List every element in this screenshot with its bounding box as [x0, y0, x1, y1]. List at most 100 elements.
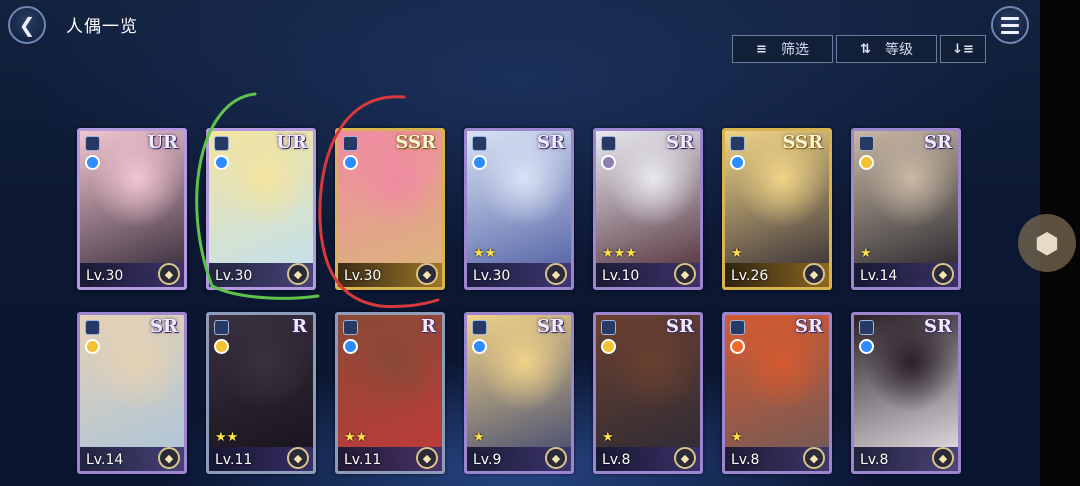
water-role-icon [472, 339, 487, 354]
water-role-icon [214, 155, 229, 170]
doll-card[interactable]: SSR Lv.30 ◆ [335, 128, 445, 290]
rarity-label: SSR [782, 132, 823, 153]
doll-card[interactable]: SR ★ Lv.14 ◆ [851, 128, 961, 290]
water-role-icon [730, 155, 745, 170]
fire-role-icon [730, 339, 745, 354]
class-badge-icon: ◆ [287, 263, 309, 285]
element-icon [472, 320, 487, 335]
element-icon [85, 320, 100, 335]
element-icon [472, 136, 487, 151]
sort-descending-icon: ↓≡ [952, 41, 974, 57]
sort-level-button[interactable]: ⇅ 等级 [836, 35, 937, 63]
doll-card[interactable]: SR ★ Lv.8 ◆ [722, 312, 832, 474]
doll-card[interactable]: SSR ★ Lv.26 ◆ [722, 128, 832, 290]
star-rating: ★ [860, 246, 872, 261]
doll-card[interactable]: SR ★ Lv.8 ◆ [593, 312, 703, 474]
dark-role-icon [601, 155, 616, 170]
menu-button[interactable] [991, 6, 1029, 44]
water-role-icon [472, 155, 487, 170]
doll-card[interactable]: SR ★★ Lv.30 ◆ [464, 128, 574, 290]
light-role-icon [601, 339, 616, 354]
cube-button[interactable]: ⬢ [1018, 214, 1076, 272]
rarity-label: UR [147, 132, 178, 153]
cube-icon: ⬢ [1034, 226, 1060, 260]
rarity-label: SR [795, 316, 823, 337]
star-rating: ★★ [473, 246, 497, 261]
level-label: Lv.30 [473, 268, 511, 284]
level-label: Lv.9 [473, 452, 502, 468]
filter-button[interactable]: ≡ 筛选 [732, 35, 833, 63]
doll-card[interactable]: R ★★ Lv.11 ◆ [335, 312, 445, 474]
sort-label: 等级 [884, 42, 913, 58]
rarity-label: R [421, 316, 436, 337]
class-badge-icon: ◆ [674, 447, 696, 469]
level-label: Lv.26 [731, 268, 769, 284]
sort-arrows-icon: ⇅ [860, 41, 871, 57]
star-rating: ★★ [215, 430, 239, 445]
doll-card[interactable]: SR Lv.14 ◆ [77, 312, 187, 474]
level-label: Lv.11 [344, 452, 382, 468]
level-label: Lv.14 [86, 452, 124, 468]
class-badge-icon: ◆ [803, 263, 825, 285]
star-rating: ★★ [344, 430, 368, 445]
level-label: Lv.8 [731, 452, 760, 468]
element-icon [214, 320, 229, 335]
rarity-label: R [292, 316, 307, 337]
back-button[interactable]: ❮ [8, 6, 46, 44]
doll-card[interactable]: SR ★ Lv.9 ◆ [464, 312, 574, 474]
star-rating: ★ [731, 430, 743, 445]
water-role-icon [85, 155, 100, 170]
level-label: Lv.14 [860, 268, 898, 284]
filter-label: 筛选 [780, 42, 809, 58]
class-badge-icon: ◆ [416, 447, 438, 469]
rarity-label: SR [924, 132, 952, 153]
chevron-left-icon: ❮ [18, 13, 36, 37]
element-icon [730, 136, 745, 151]
doll-card[interactable]: SR ★★★ Lv.10 ◆ [593, 128, 703, 290]
level-label: Lv.10 [602, 268, 640, 284]
star-rating: ★★★ [602, 246, 637, 261]
class-badge-icon: ◆ [158, 263, 180, 285]
level-label: Lv.30 [344, 268, 382, 284]
hamburger-menu-icon [1001, 16, 1019, 20]
light-role-icon [859, 155, 874, 170]
rarity-label: SR [150, 316, 178, 337]
element-icon [343, 320, 358, 335]
class-badge-icon: ◆ [416, 263, 438, 285]
doll-card[interactable]: R ★★ Lv.11 ◆ [206, 312, 316, 474]
element-icon [214, 136, 229, 151]
level-label: Lv.8 [602, 452, 631, 468]
doll-card[interactable]: UR Lv.30 ◆ [206, 128, 316, 290]
rarity-label: SSR [395, 132, 436, 153]
element-icon [859, 320, 874, 335]
rarity-label: SR [924, 316, 952, 337]
class-badge-icon: ◆ [674, 263, 696, 285]
level-label: Lv.11 [215, 452, 253, 468]
class-badge-icon: ◆ [803, 447, 825, 469]
element-icon [730, 320, 745, 335]
class-badge-icon: ◆ [545, 447, 567, 469]
rarity-label: UR [276, 132, 307, 153]
water-role-icon [859, 339, 874, 354]
class-badge-icon: ◆ [545, 263, 567, 285]
star-rating: ★ [473, 430, 485, 445]
element-icon [601, 136, 616, 151]
element-icon [601, 320, 616, 335]
doll-card[interactable]: UR Lv.30 ◆ [77, 128, 187, 290]
light-role-icon [214, 339, 229, 354]
element-icon [343, 136, 358, 151]
light-role-icon [85, 339, 100, 354]
rarity-label: SR [666, 316, 694, 337]
water-role-icon [343, 339, 358, 354]
class-badge-icon: ◆ [932, 263, 954, 285]
doll-card[interactable]: SR Lv.8 ◆ [851, 312, 961, 474]
sort-order-button[interactable]: ↓≡ [940, 35, 986, 63]
class-badge-icon: ◆ [932, 447, 954, 469]
star-rating: ★ [602, 430, 614, 445]
class-badge-icon: ◆ [158, 447, 180, 469]
page-title: 人偶一览 [66, 17, 138, 37]
water-role-icon [343, 155, 358, 170]
rarity-label: SR [537, 132, 565, 153]
level-label: Lv.8 [860, 452, 889, 468]
element-icon [859, 136, 874, 151]
